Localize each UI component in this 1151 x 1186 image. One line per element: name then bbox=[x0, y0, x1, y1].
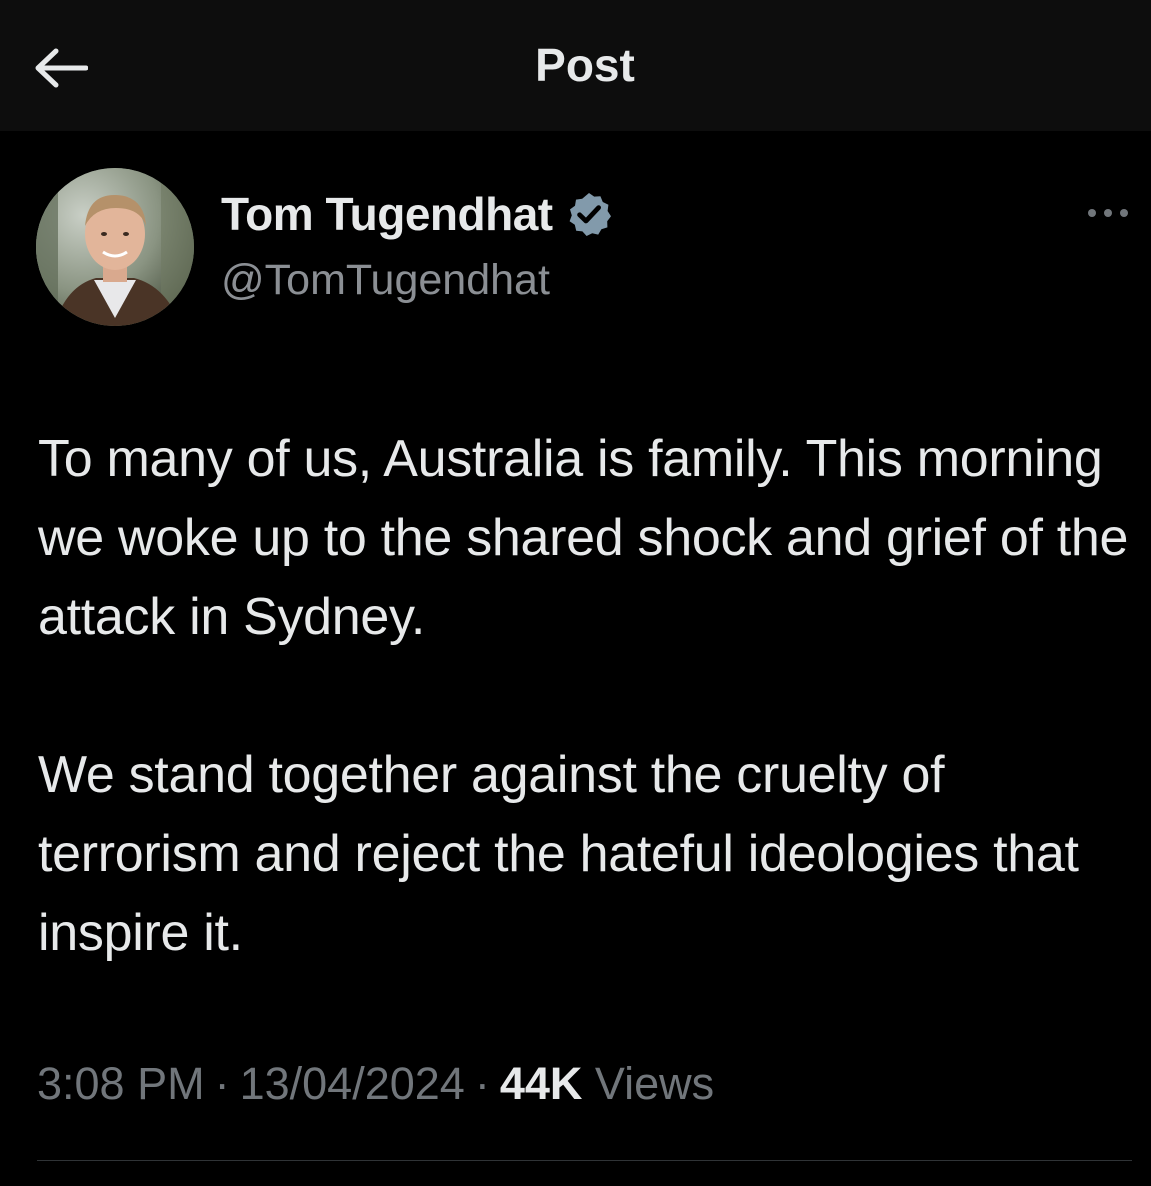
views-label: Views bbox=[594, 1058, 715, 1109]
author-name-row[interactable]: Tom Tugendhat bbox=[221, 187, 613, 241]
meta-separator: · bbox=[474, 1058, 490, 1109]
page-title: Post bbox=[535, 39, 635, 91]
meta-separator: · bbox=[214, 1058, 230, 1109]
post-paragraph: To many of us, Australia is family. This… bbox=[38, 430, 1129, 646]
more-horizontal-icon bbox=[1088, 209, 1128, 217]
post-text: To many of us, Australia is family. This… bbox=[38, 420, 1143, 973]
post-metadata: 3:08 PM · 13/04/2024 · 44K Views bbox=[37, 1058, 714, 1110]
more-options-button[interactable] bbox=[1080, 195, 1136, 231]
post-date[interactable]: 13/04/2024 bbox=[240, 1058, 465, 1109]
post-paragraph: We stand together against the cruelty of… bbox=[38, 746, 1079, 962]
divider bbox=[37, 1160, 1132, 1161]
top-bar: Post bbox=[0, 0, 1151, 131]
avatar[interactable] bbox=[36, 168, 194, 326]
author-handle[interactable]: @TomTugendhat bbox=[221, 256, 550, 305]
profile-photo bbox=[36, 168, 194, 326]
author-name[interactable]: Tom Tugendhat bbox=[221, 187, 553, 241]
views-count: 44K bbox=[499, 1058, 583, 1109]
verified-badge-icon bbox=[569, 193, 611, 236]
post-time[interactable]: 3:08 PM bbox=[37, 1058, 205, 1109]
